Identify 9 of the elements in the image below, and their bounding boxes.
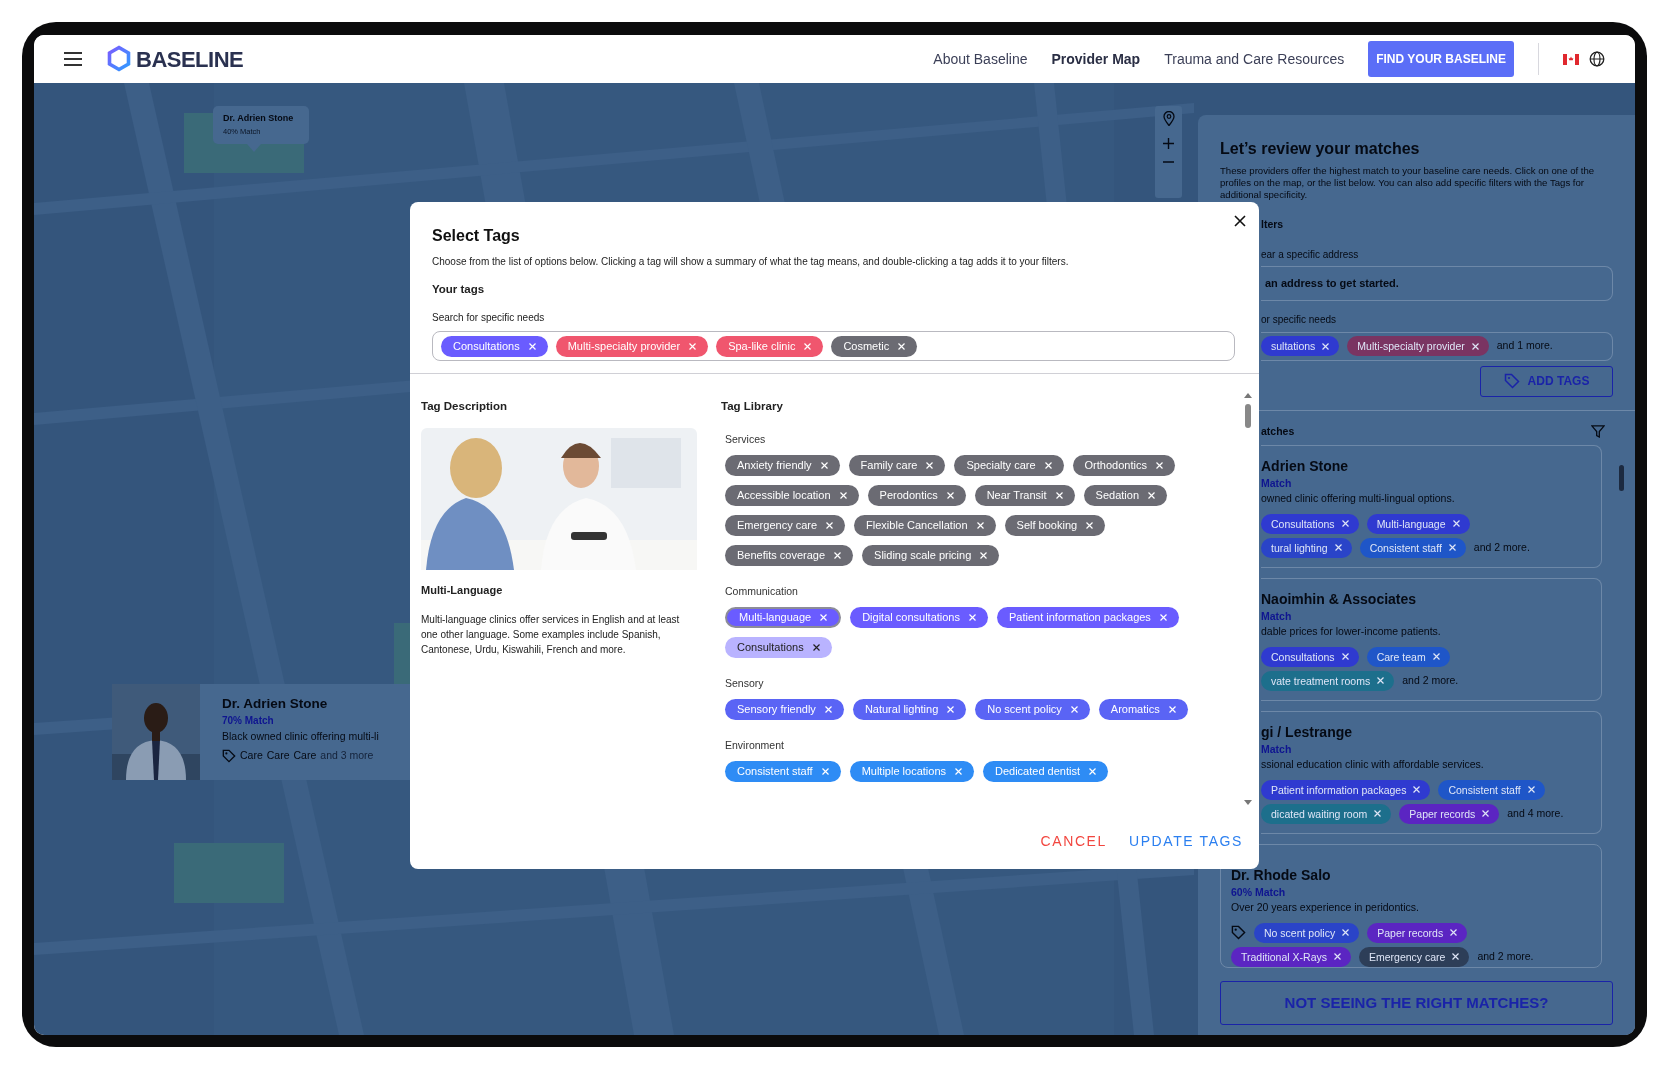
hexagon-logo-icon — [106, 45, 132, 73]
find-baseline-button[interactable]: FIND YOUR BASELINE — [1368, 41, 1514, 77]
logo-text: BASELINE — [136, 45, 244, 74]
nav-link[interactable]: Trauma and Care Resources — [1164, 48, 1345, 70]
nav-link[interactable]: About Baseline — [933, 48, 1028, 70]
globe-icon[interactable] — [1589, 51, 1605, 67]
flag-icon[interactable] — [1563, 53, 1579, 65]
nav-link[interactable]: Provider Map — [1051, 48, 1141, 70]
menu-icon[interactable] — [64, 52, 82, 66]
